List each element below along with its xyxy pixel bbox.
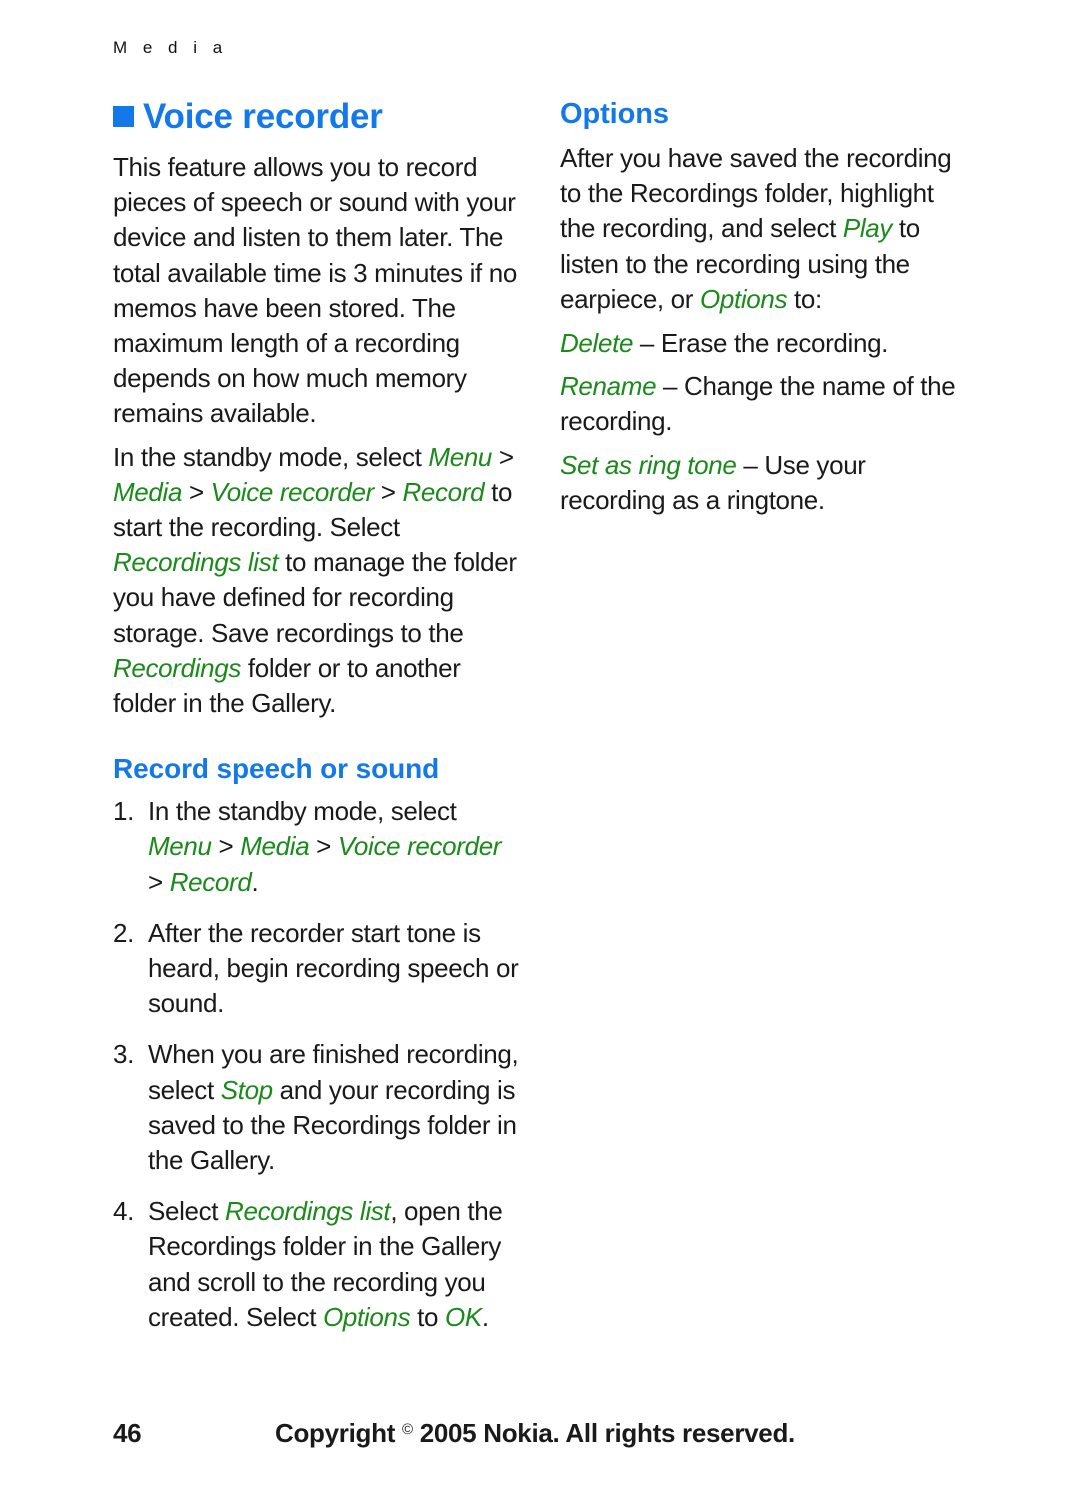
running-head: M e d i a: [113, 38, 228, 57]
chapter-title-text: Voice recorder: [143, 97, 383, 136]
step-1-text-2: .: [251, 866, 259, 897]
menu-path-paragraph: In the standby mode, select Menu > Media…: [113, 440, 521, 722]
ui-term-recordings-list: Recordings list: [113, 547, 279, 578]
copyright-prefix: Copyright: [275, 1418, 402, 1448]
left-column: Voice recorder This feature allows you t…: [113, 96, 521, 1335]
subsection-title-record-speech-or-sound: Record speech or sound: [113, 753, 440, 785]
step-4-text-4: .: [481, 1301, 489, 1332]
step-item-4: 4. Select Recordings list, open the Recor…: [113, 1194, 521, 1335]
step-item-2: 2. After the recorder start tone is heard…: [113, 916, 521, 1022]
copyright-symbol: ©: [402, 1421, 413, 1438]
ui-term-record: Record: [402, 476, 485, 507]
step-number-2: 2.: [113, 917, 134, 948]
step-number-1: 1.: [113, 796, 134, 827]
path-separator-2: >: [182, 476, 211, 507]
chapter-title: Voice recorder: [113, 96, 521, 138]
ui-term-options: Options: [699, 283, 788, 314]
steps-list: 1. In the standby mode, select Menu > Med…: [113, 794, 521, 1335]
right-column: Options After you have saved the recordi…: [560, 96, 968, 518]
square-bullet-icon: [113, 106, 134, 127]
section-title-options: Options: [560, 98, 669, 130]
step-1-ui-term-menu: Menu: [148, 831, 212, 862]
step-4-ui-term-options: Options: [323, 1301, 411, 1332]
path-separator-1: >: [492, 441, 514, 472]
ui-term-play: Play: [842, 213, 893, 244]
page-footer: 46 Copyright © 2005 Nokia. All rights re…: [0, 1418, 1080, 1458]
options-intro-text-3: to:: [787, 283, 822, 314]
step-4-text-1: Select: [148, 1196, 226, 1227]
step-number-3: 3.: [113, 1039, 134, 1070]
step-1-separator-1: >: [211, 831, 241, 862]
manual-page: M e d i a Voice recorder This feature al…: [0, 0, 1080, 1496]
ui-term-menu: Menu: [428, 441, 493, 472]
option-term-rename: Rename: [560, 371, 657, 402]
step-1-separator-3: >: [148, 866, 170, 897]
step-4-text-3: to: [410, 1301, 445, 1332]
step-1-ui-term-record: Record: [169, 866, 252, 897]
ui-term-media: Media: [113, 476, 183, 507]
ui-term-recordings: Recordings: [113, 652, 242, 683]
step-4-ui-term-ok: OK: [444, 1301, 482, 1332]
options-intro-paragraph: After you have saved the recording to th…: [560, 141, 968, 317]
option-item-rename: Rename – Change the name of the recordin…: [560, 369, 968, 439]
option-item-delete: Delete – Erase the recording.: [560, 326, 968, 361]
option-term-delete: Delete: [560, 328, 634, 359]
option-description-delete: Erase the recording.: [660, 328, 889, 359]
path-separator-3: >: [373, 476, 403, 507]
intro-paragraph: This feature allows you to record pieces…: [113, 152, 518, 429]
step-number-4: 4.: [113, 1196, 134, 1227]
step-1-separator-2: >: [309, 831, 338, 862]
step-1-text-1: In the standby mode, select: [148, 796, 457, 827]
option-term-set-as-ring-tone: Set as ring tone: [560, 449, 737, 480]
option-dash-rename: –: [656, 371, 685, 402]
step-2-text-1: After the recorder start tone is heard, …: [148, 917, 519, 1019]
option-dash-delete: –: [633, 328, 661, 359]
step-item-3: 3. When you are finished recording, selec…: [113, 1037, 521, 1178]
option-dash-set-as-ring-tone: –: [736, 449, 765, 480]
step-3-ui-term-stop: Stop: [220, 1074, 273, 1105]
ui-term-voice-recorder: Voice recorder: [210, 476, 375, 507]
step-4-ui-term-recordings-list: Recordings list: [225, 1196, 391, 1227]
step-item-1: 1. In the standby mode, select Menu > Med…: [113, 794, 521, 900]
copyright-notice: Copyright © 2005 Nokia. All rights reser…: [0, 1418, 1080, 1449]
step-1-ui-term-media: Media: [240, 831, 310, 862]
option-item-set-as-ring-tone: Set as ring tone – Use your recording as…: [560, 448, 968, 518]
options-definition-list: Delete – Erase the recording. Rename – C…: [560, 326, 968, 518]
step-1-ui-term-voice-recorder: Voice recorder: [337, 831, 502, 862]
copyright-suffix: 2005 Nokia. All rights reserved.: [412, 1418, 796, 1448]
path-text-1: In the standby mode, select: [113, 441, 429, 472]
